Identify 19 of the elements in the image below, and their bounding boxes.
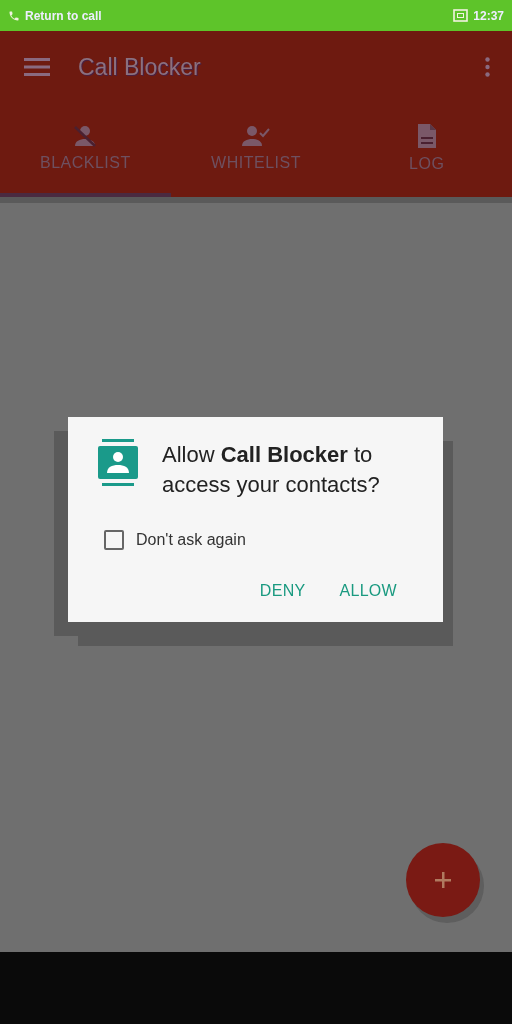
clock-time: 12:37 xyxy=(473,8,504,23)
deny-button[interactable]: DENY xyxy=(249,576,316,606)
tab[interactable]: BLACKLIST xyxy=(0,103,171,197)
document-icon xyxy=(415,123,438,149)
more-options-icon[interactable] xyxy=(485,57,490,77)
contacts-icon xyxy=(98,439,138,487)
menu-icon[interactable] xyxy=(24,58,50,76)
checkbox[interactable] xyxy=(104,530,124,550)
tab[interactable]: LOG xyxy=(341,103,512,197)
allow-button[interactable]: ALLOW xyxy=(329,576,407,606)
permission-message: Allow Call Blocker to access your contacts? xyxy=(162,441,380,499)
phone-icon xyxy=(8,9,20,22)
screen-icon xyxy=(453,9,469,22)
person-check-icon xyxy=(241,124,271,148)
plus-icon xyxy=(435,872,451,888)
app-title: Call Blocker xyxy=(78,53,202,81)
return-to-call-text[interactable]: Return to call xyxy=(25,8,102,23)
checkbox-label: Don't ask again xyxy=(136,531,246,549)
tab[interactable]: WHITELIST xyxy=(170,103,342,197)
